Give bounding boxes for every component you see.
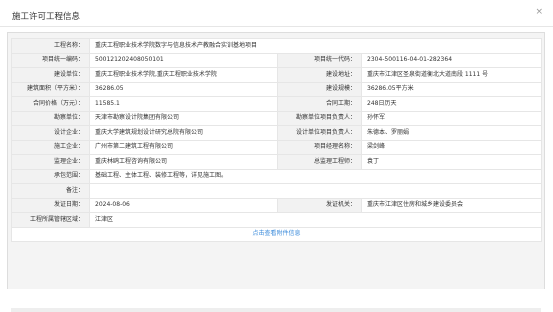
table-row: 建设单位： 重庆工程职业技术学院,重庆工程职业技术学院 建设地址： 重庆市江津区… [11, 67, 542, 83]
jurisdiction-label: 工程所属管辖区域： [11, 212, 90, 228]
dialog-titlebar: 施工许可工程信息 × [0, 0, 553, 27]
table-row: 备注： [11, 183, 542, 199]
table-row: 项目统一编码： 500121202408050101 项目统一代码： 2304-… [11, 52, 542, 68]
issue-date-value: 2024-08-06 [89, 197, 278, 213]
construction-firm-value: 广州市第二建筑工程有限公司 [89, 139, 278, 155]
build-address-label: 建设地址： [277, 67, 362, 83]
project-code-label: 项目统一编码： [11, 52, 90, 68]
construction-firm-label: 施工企业： [11, 139, 90, 155]
remarks-value [89, 183, 542, 199]
contract-period-value: 248日历天 [361, 96, 542, 112]
build-scale-label: 建设规模： [277, 81, 362, 97]
project-manager-value: 梁剑峰 [361, 139, 542, 155]
horizontal-scrollbar[interactable] [11, 308, 541, 312]
project-manager-label: 项目经理名称： [277, 139, 362, 155]
issuing-authority-value: 重庆市江津区住房和城乡建设委员会 [361, 197, 542, 213]
table-row: 工程所属管辖区域： 江津区 [11, 212, 542, 228]
issuing-authority-label: 发证机关： [277, 197, 362, 213]
contract-period-label: 合同工期： [277, 96, 362, 112]
project-unified-code-value: 2304-500116-04-01-282364 [361, 52, 542, 68]
floor-area-value: 36286.05 [89, 81, 278, 97]
project-unified-code-label: 项目统一代码： [277, 52, 362, 68]
table-row: 发证日期： 2024-08-06 发证机关： 重庆市江津区住房和城乡建设委员会 [11, 197, 542, 213]
close-icon[interactable]: × [535, 8, 543, 17]
contract-scope-label: 承包范围： [11, 168, 90, 184]
design-lead-value: 朱德本、罗丽娟 [361, 125, 542, 141]
project-code-value: 500121202408050101 [89, 52, 278, 68]
floor-area-label: 建筑面积（平方米）： [11, 81, 90, 97]
survey-unit-value: 天津市勘察设计院集团有限公司 [89, 110, 278, 126]
contract-price-value: 11585.1 [89, 96, 278, 112]
issue-date-label: 发证日期： [11, 197, 90, 213]
survey-lead-label: 勘察单位项目负责人： [277, 110, 362, 126]
chief-supervisor-label: 总监理工程师： [277, 154, 362, 170]
design-lead-label: 设计单位项目负责人： [277, 125, 362, 141]
table-row: 设计企业： 重庆大学建筑规划设计研究总院有限公司 设计单位项目负责人： 朱德本、… [11, 125, 542, 141]
table-row: 勘察单位： 天津市勘察设计院集团有限公司 勘察单位项目负责人： 孙怀军 [11, 110, 542, 126]
table-row: 合同价格（万元）： 11585.1 合同工期： 248日历天 [11, 96, 542, 112]
construction-permit-dialog: 施工许可工程信息 × 工程名称： 重庆工程职业技术学院数字与信息技术产教融合实训… [0, 0, 553, 312]
design-firm-label: 设计企业： [11, 125, 90, 141]
dialog-title: 施工许可工程信息 [12, 12, 81, 22]
table-row: 建筑面积（平方米）： 36286.05 建设规模： 36286.05平方米 [11, 81, 542, 97]
survey-lead-value: 孙怀军 [361, 110, 542, 126]
remarks-label: 备注： [11, 183, 90, 199]
attachments-cell: 点击查看附件信息 [11, 226, 542, 242]
survey-unit-label: 勘察单位： [11, 110, 90, 126]
jurisdiction-value: 江津区 [89, 212, 542, 228]
project-name-value: 重庆工程职业技术学院数字与信息技术产教融合实训基地项目 [89, 38, 542, 54]
chief-supervisor-value: 袁丁 [361, 154, 542, 170]
table-row: 工程名称： 重庆工程职业技术学院数字与信息技术产教融合实训基地项目 [11, 38, 542, 54]
contract-scope-value: 基础工程、主体工程、装修工程等，详见施工图。 [89, 168, 542, 184]
builder-label: 建设单位： [11, 67, 90, 83]
view-attachments-link[interactable]: 点击查看附件信息 [252, 230, 300, 237]
build-address-value: 重庆市江津区圣泉街道衡北大道南段 1111 号 [361, 67, 542, 83]
supervision-firm-label: 监理企业： [11, 154, 90, 170]
table-row: 承包范围： 基础工程、主体工程、装修工程等，详见施工图。 [11, 168, 542, 184]
design-firm-value: 重庆大学建筑规划设计研究总院有限公司 [89, 125, 278, 141]
table-row: 点击查看附件信息 [11, 226, 542, 242]
build-scale-value: 36286.05平方米 [361, 81, 542, 97]
builder-value: 重庆工程职业技术学院,重庆工程职业技术学院 [89, 67, 278, 83]
contract-price-label: 合同价格（万元）： [11, 96, 90, 112]
project-info-table: 工程名称： 重庆工程职业技术学院数字与信息技术产教融合实训基地项目 项目统一编码… [11, 38, 542, 242]
dialog-content: 工程名称： 重庆工程职业技术学院数字与信息技术产教融合实训基地项目 项目统一编码… [7, 32, 545, 312]
supervision-firm-value: 重庆林鸥工程咨询有限公司 [89, 154, 278, 170]
project-name-label: 工程名称： [11, 38, 90, 54]
table-row: 监理企业： 重庆林鸥工程咨询有限公司 总监理工程师： 袁丁 [11, 154, 542, 170]
table-row: 施工企业： 广州市第二建筑工程有限公司 项目经理名称： 梁剑峰 [11, 139, 542, 155]
